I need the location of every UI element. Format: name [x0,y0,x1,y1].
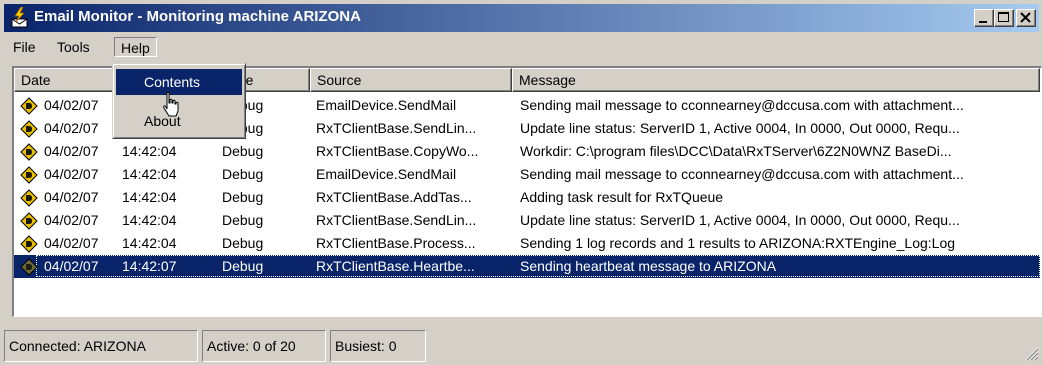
cell-date: 04/02/07 [44,258,99,274]
cell-type: Debug [222,143,264,159]
close-icon [1020,12,1031,23]
debug-diamond-icon [20,143,38,161]
table-row[interactable]: 04/02/07 14:42:04 Debug RxTClientBase.CopyW… [14,140,1040,163]
table-row[interactable]: 04/02/07 14:42:04 Debug EmailDevice.SendMai… [14,163,1040,186]
minimize-icon [979,21,987,23]
cell-date: 04/02/07 [44,166,99,182]
maximize-button[interactable] [994,9,1014,27]
cell-message: Sending heartbeat message to ARIZONA [520,258,777,274]
table-row[interactable]: 04/02/07 14:42:04 Debug RxTClientBase.AddTa… [14,186,1040,209]
lightning-envelope-icon [11,7,28,28]
resize-grip-icon[interactable] [1023,345,1039,361]
cell-type: Debug [222,258,264,274]
debug-diamond-icon [20,120,38,138]
cell-date: 04/02/07 [44,120,99,136]
cell-message: Adding task result for RxTQueue [520,189,724,205]
cell-time: 14:42:04 [122,212,177,228]
cell-message: Sending mail message to cconnearney@dccu… [520,97,964,113]
cell-message: Update line status: ServerID 1, Active 0… [520,212,960,228]
menu-bar: File Tools Help [4,33,1039,59]
debug-diamond-icon [20,235,38,253]
maximize-icon [998,12,1009,22]
cell-message: Workdir: C:\program files\DCC\Data\RxTSe… [520,143,952,159]
cell-time: 14:42:04 [122,235,177,251]
debug-diamond-icon [20,189,38,207]
menu-tools[interactable]: Tools [51,37,96,57]
column-header-source[interactable]: Source [310,68,512,92]
cell-source: RxTClientBase.Process... [316,235,476,251]
cell-type: Debug [222,212,264,228]
cell-source: EmailDevice.SendMail [316,166,457,182]
cell-time: 14:42:04 [122,166,177,182]
debug-diamond-icon [20,97,38,115]
cell-time: 14:42:07 [122,258,177,274]
status-active: Active: 0 of 20 [202,330,326,362]
cell-source: RxTClientBase.AddTas... [316,189,472,205]
cell-type: Debug [222,189,264,205]
column-header-date[interactable]: Date [14,68,116,92]
cell-source: EmailDevice.SendMail [316,97,457,113]
column-header-message[interactable]: Message [512,68,1040,92]
minimize-button[interactable] [974,9,994,27]
debug-diamond-icon [20,166,38,184]
cell-date: 04/02/07 [44,97,99,113]
table-row[interactable]: 04/02/07 14:42:07 Debug RxTClientBase.Heart… [14,255,1040,278]
status-busiest: Busiest: 0 [330,330,426,362]
menu-help[interactable]: Help [114,37,157,57]
main-window: Email Monitor - Monitoring machine ARIZO… [0,0,1043,365]
cell-date: 04/02/07 [44,189,99,205]
cell-source: RxTClientBase.Heartbe... [316,258,475,274]
cell-time: 14:42:04 [122,143,177,159]
cell-message: Sending 1 log records and 1 results to A… [520,235,956,251]
cell-type: Debug [222,235,264,251]
cell-date: 04/02/07 [44,235,99,251]
cell-date: 04/02/07 [44,212,99,228]
cell-message: Update line status: ServerID 1, Active 0… [520,120,960,136]
close-button[interactable] [1016,9,1036,27]
table-row[interactable]: 04/02/07 14:42:04 Debug RxTClientBase.SendL… [14,209,1040,232]
cell-date: 04/02/07 [44,143,99,159]
status-connected: Connected: ARIZONA [4,330,198,362]
cell-message: Sending mail message to cconnearney@dccu… [520,166,964,182]
debug-diamond-icon [20,212,38,230]
cell-source: RxTClientBase.SendLin... [316,212,477,228]
cell-source: RxTClientBase.CopyWo... [316,143,479,159]
cell-time: 14:42:04 [122,189,177,205]
table-row[interactable]: 04/02/07 14:42:04 Debug RxTClientBase.Proce… [14,232,1040,255]
mouse-cursor-icon [163,91,179,117]
cell-source: RxTClientBase.SendLin... [316,120,477,136]
menu-file[interactable]: File [7,37,42,57]
title-bar[interactable]: Email Monitor - Monitoring machine ARIZO… [4,4,1039,32]
window-title: Email Monitor - Monitoring machine ARIZO… [34,8,361,25]
debug-diamond-icon [20,258,38,276]
cell-type: Debug [222,166,264,182]
status-bar: Connected: ARIZONA Active: 0 of 20 Busie… [0,322,1043,365]
